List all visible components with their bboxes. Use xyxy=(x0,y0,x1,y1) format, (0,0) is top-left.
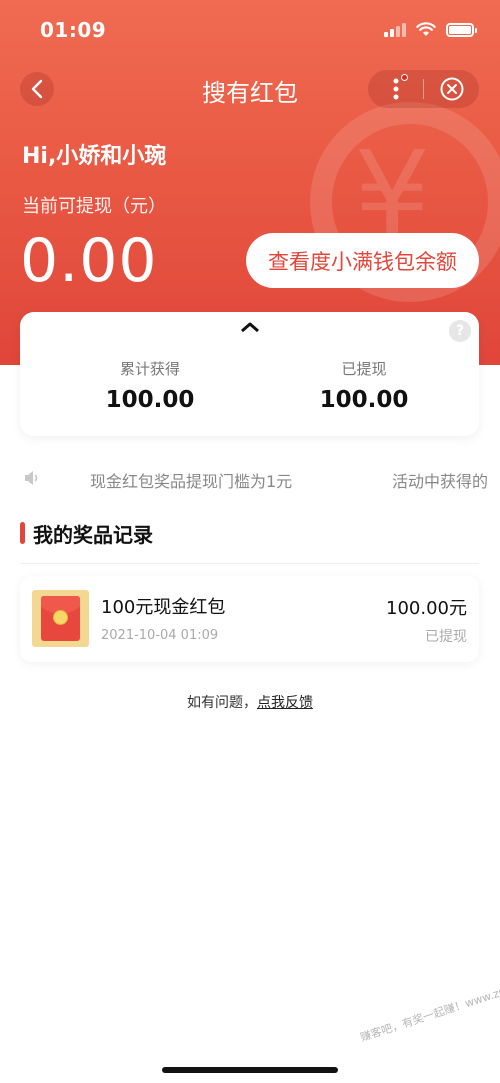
record-title: 100元现金红包 xyxy=(101,597,226,618)
home-indicator xyxy=(162,1067,338,1073)
balance-label: 当前可提现（元） xyxy=(22,196,166,217)
view-wallet-balance-button[interactable]: 查看度小满钱包余额 xyxy=(246,233,479,288)
withdrawn-value: 100.00 xyxy=(319,387,409,413)
notice-text-continued: 活动中获得的 xyxy=(392,472,489,491)
record-amount: 100.00元 xyxy=(386,598,467,619)
section-title-accent xyxy=(20,522,25,544)
status-icons xyxy=(384,22,477,37)
record-time: 2021-10-04 01:09 xyxy=(101,628,219,643)
cumulative-earned-stat: 累计获得 100.00 xyxy=(70,358,230,413)
notice-text: 现金红包奖品提现门槛为1元 xyxy=(90,472,293,491)
signal-icon xyxy=(384,22,406,37)
status-time: 01:09 xyxy=(40,18,107,42)
cumulative-earned-value: 100.00 xyxy=(105,387,195,413)
more-button[interactable] xyxy=(368,70,423,108)
close-circle-icon xyxy=(440,77,463,101)
record-status: 已提现 xyxy=(425,629,467,645)
help-icon[interactable]: ? xyxy=(449,320,471,342)
withdrawn-label: 已提现 xyxy=(341,360,387,378)
speaker-icon xyxy=(25,471,38,485)
mini-program-capsule xyxy=(368,70,479,108)
withdrawn-stat: 已提现 100.00 xyxy=(284,358,444,413)
feedback-prefix: 如有问题， xyxy=(187,695,257,711)
feedback-link[interactable]: 点我反馈 xyxy=(257,695,313,711)
greeting: Hi,小娇和小琬 xyxy=(22,144,167,169)
red-packet-icon xyxy=(32,590,89,647)
close-button[interactable] xyxy=(424,70,479,108)
battery-icon xyxy=(446,22,477,37)
section-divider xyxy=(20,563,479,564)
cumulative-earned-label: 累计获得 xyxy=(119,360,180,378)
more-vertical-icon xyxy=(393,78,398,100)
status-bar: 01:09 xyxy=(0,0,500,62)
section-title: 我的奖品记录 xyxy=(33,523,153,547)
notification-dot xyxy=(401,74,408,81)
watermark: 赚客吧，有奖一起赚！www.zuanke8.com xyxy=(358,966,500,1045)
balance-amount: 0.00 xyxy=(20,226,158,296)
list-item[interactable]: 100元现金红包 2021-10-04 01:09 100.00元 已提现 xyxy=(20,576,479,662)
notice-marquee: 现金红包奖品提现门槛为1元 活动中获得的 xyxy=(0,460,500,500)
wifi-icon xyxy=(416,22,436,36)
stats-card: ? 累计获得 100.00 已提现 100.00 xyxy=(20,312,479,436)
chevron-up-icon[interactable] xyxy=(239,320,261,334)
feedback-row: 如有问题，点我反馈 xyxy=(0,692,500,712)
